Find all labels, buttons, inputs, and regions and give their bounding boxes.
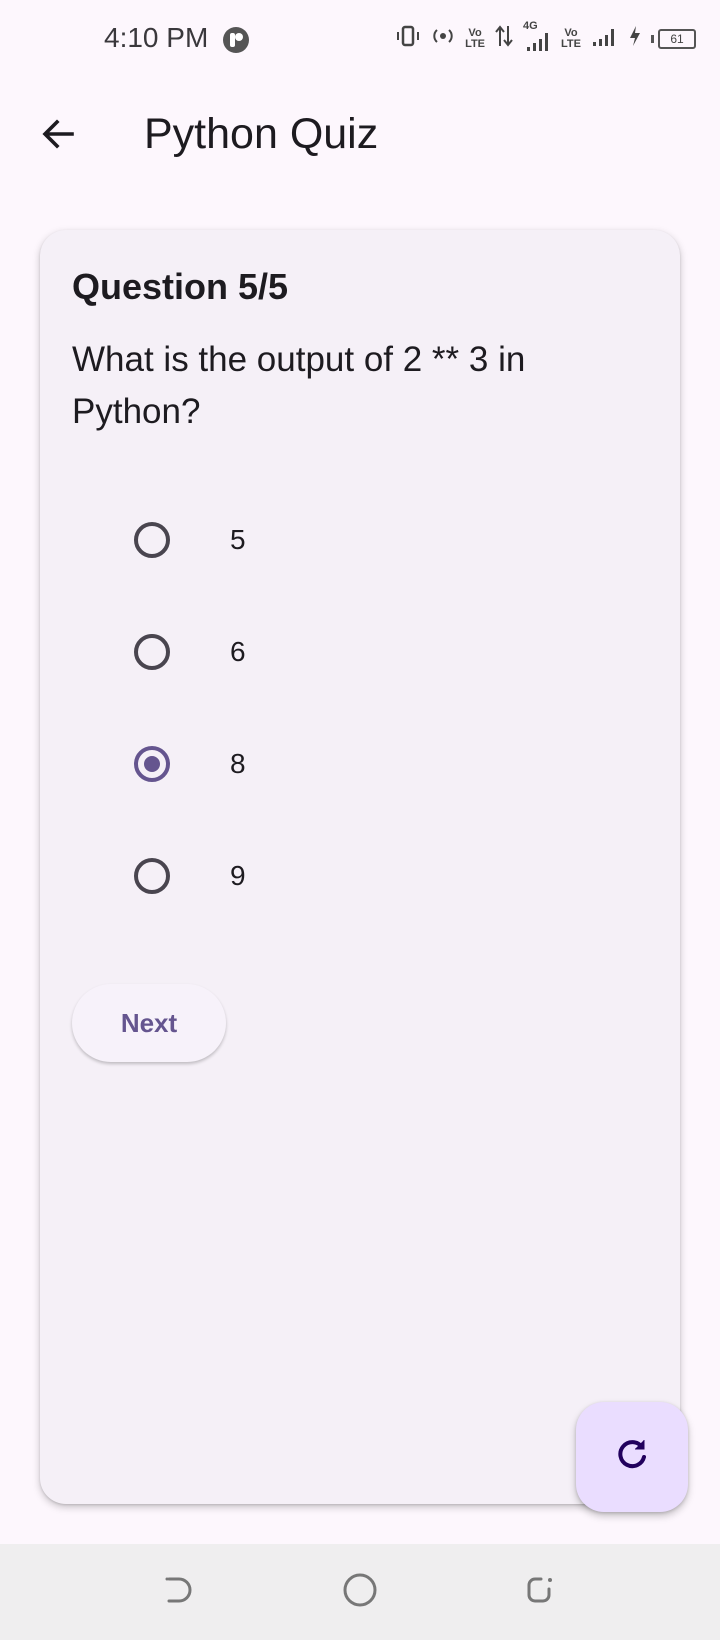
charging-icon (629, 25, 641, 52)
question-number: Question 5/5 (72, 266, 289, 307)
back-nav-icon (161, 1573, 195, 1612)
network-type-label: 4G (523, 19, 538, 32)
back-button[interactable] (28, 106, 88, 166)
option-label: 8 (230, 748, 246, 779)
question-card: Question 5/5 What is the output of 2 ** … (40, 230, 680, 1504)
refresh-icon (614, 1437, 650, 1478)
data-arrows-icon (495, 24, 513, 53)
system-nav-bar (0, 1544, 720, 1640)
status-time: 4:10 PM (104, 22, 209, 53)
battery-level: 61 (658, 28, 696, 49)
home-nav-button[interactable] (340, 1572, 380, 1612)
option-label: 6 (230, 636, 246, 667)
page-title: Python Quiz (144, 110, 379, 158)
status-bar: 4:10 PM Vo LTE 4G Vo LTE 61 (0, 0, 720, 84)
volte-icon: Vo LTE (465, 26, 486, 50)
option-label: 9 (230, 860, 246, 891)
restart-fab[interactable] (576, 1402, 688, 1512)
volte-icon-2: Vo LTE (561, 26, 581, 50)
question-text: What is the output of 2 ** 3 in Python? (72, 340, 526, 431)
recents-nav-button[interactable] (520, 1572, 560, 1612)
radio-button[interactable] (134, 634, 170, 670)
app-bar: Python Quiz (0, 84, 720, 188)
battery-cap (651, 34, 654, 43)
back-nav-button[interactable] (158, 1572, 198, 1612)
status-icons: Vo LTE 4G Vo LTE 61 (395, 20, 696, 53)
option-label: 5 (230, 524, 246, 555)
arrow-back-icon (40, 116, 76, 157)
recents-nav-icon (523, 1573, 557, 1612)
radio-button[interactable] (134, 522, 170, 558)
vibrate-icon (395, 24, 421, 53)
app-notification-icon (222, 26, 250, 54)
home-nav-icon (342, 1572, 378, 1613)
option-9[interactable]: 9 (80, 820, 640, 932)
option-6[interactable]: 6 (80, 596, 640, 708)
next-button[interactable]: Next (72, 984, 226, 1062)
signal-icon (591, 24, 619, 53)
signal-4g-icon: 4G (523, 20, 551, 53)
battery-icon: 61 (651, 28, 696, 49)
radio-button-selected[interactable] (134, 746, 170, 782)
hotspot-icon (431, 24, 455, 53)
radio-button[interactable] (134, 858, 170, 894)
option-5[interactable]: 5 (80, 484, 640, 596)
option-8[interactable]: 8 (80, 708, 640, 820)
